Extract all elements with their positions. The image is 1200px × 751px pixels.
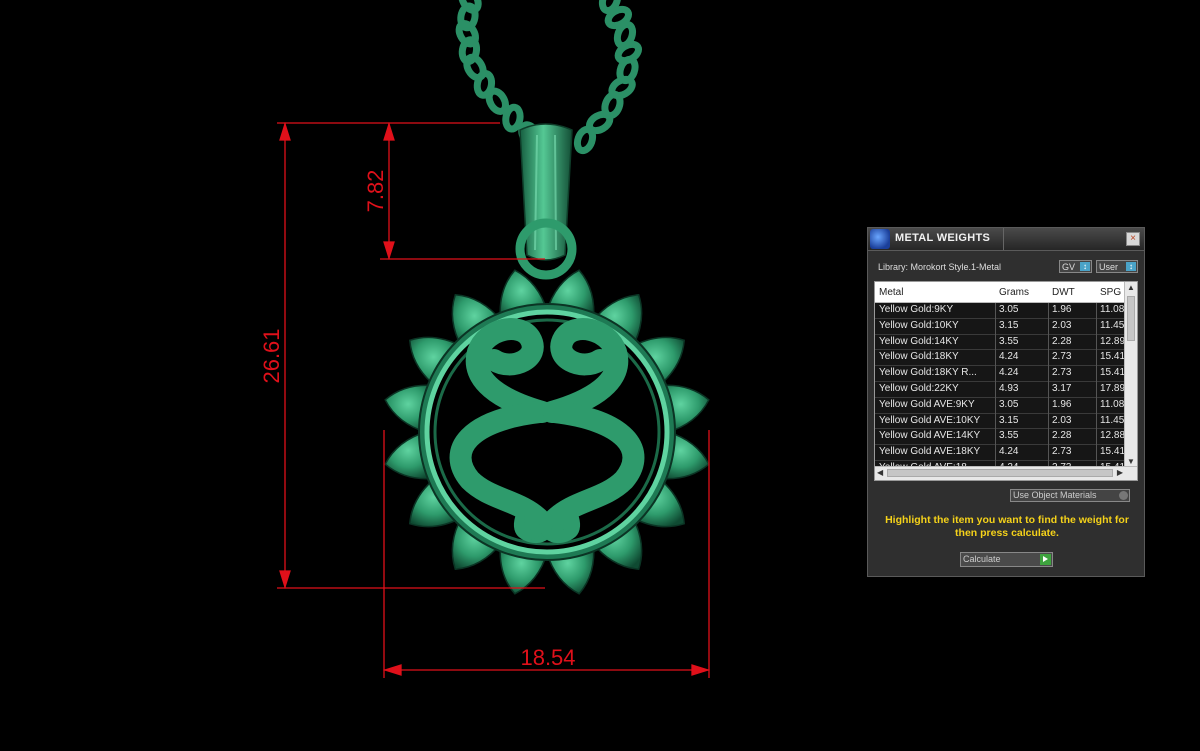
cell-spg: 15.41 (1100, 367, 1126, 379)
cell-grams: 4.24 (999, 351, 1019, 363)
cell-grams: 3.05 (999, 398, 1019, 410)
cell-grams: 3.15 (999, 319, 1019, 331)
dim-bail-height: 7.82 (363, 170, 388, 213)
close-icon[interactable]: × (1126, 232, 1140, 246)
table-row[interactable]: Yellow Gold:18KY 4.24 2.73 15.41 (875, 350, 1126, 367)
instruction-text: Highlight the item you want to find the … (885, 514, 1129, 539)
calculate-label: Calculate (963, 554, 1001, 564)
cell-dwt: 2.28 (1052, 430, 1072, 442)
app-logo-icon (870, 229, 890, 249)
metal-weights-panel: METAL WEIGHTS × Library: Morokort Style.… (867, 227, 1145, 577)
table-row[interactable]: Yellow Gold AVE:14KY 3.55 2.28 12.88 (875, 429, 1126, 446)
cell-spg: 11.08 (1100, 398, 1125, 410)
panel-title: METAL WEIGHTS (895, 232, 991, 244)
horizontal-scrollbar[interactable]: ◀ ▶ (875, 466, 1137, 480)
cell-metal: Yellow Gold:18KY (879, 351, 959, 363)
cell-metal: Yellow Gold AVE:14KY (879, 430, 981, 442)
cell-spg: 15.41 (1100, 351, 1126, 363)
table-row[interactable]: Yellow Gold:10KY 3.15 2.03 11.45 (875, 318, 1125, 335)
col-dwt[interactable]: DWT (1052, 287, 1075, 298)
metal-table[interactable]: Metal Grams DWT SPG Yellow Gold:9KY 3.05 1… (874, 281, 1138, 481)
cell-dwt: 2.73 (1052, 367, 1072, 379)
scroll-up-icon[interactable]: ▲ (1127, 283, 1135, 292)
dropdown-arrow-icon: ↕ (1080, 262, 1090, 271)
table-row[interactable]: Yellow Gold AVE:9KY 3.05 1.96 11.08 (875, 397, 1125, 414)
cell-dwt: 2.73 (1052, 446, 1072, 458)
cell-grams: 4.24 (999, 367, 1019, 379)
pendant-bail (515, 123, 577, 280)
table-row[interactable]: Yellow Gold AVE:10KY 3.15 2.03 11.45 (875, 413, 1125, 430)
scroll-left-icon[interactable]: ◀ (877, 468, 883, 477)
cell-metal: Yellow Gold AVE:9KY (879, 398, 975, 410)
calculate-button[interactable]: Calculate (960, 552, 1053, 567)
user-select-value: User (1099, 262, 1119, 272)
table-header: Metal Grams DWT SPG (875, 282, 1125, 303)
cell-metal: Yellow Gold:22KY (879, 382, 959, 394)
cell-grams: 3.55 (999, 335, 1019, 347)
horizontal-scroll-thumb[interactable] (887, 469, 1113, 477)
cell-spg: 12.88 (1100, 430, 1126, 442)
vertical-scroll-thumb[interactable] (1127, 296, 1135, 341)
cell-metal: Yellow Gold:18KY R... (879, 367, 977, 379)
library-label: Library: Morokort Style.1-Metal (878, 262, 1002, 272)
cell-spg: 15.41 (1100, 446, 1126, 458)
cell-spg: 12.89 (1100, 335, 1126, 347)
cell-dwt: 1.96 (1052, 304, 1072, 315)
cell-spg: 17.89 (1100, 382, 1126, 394)
use-object-materials-label: Use Object Materials (1013, 490, 1097, 500)
dropdown-arrow-icon: ↕ (1126, 262, 1136, 271)
table-row[interactable]: Yellow Gold:22KY 4.93 3.17 17.89 (875, 381, 1126, 398)
table-row[interactable]: Yellow Gold:9KY 3.05 1.96 11.08 (875, 303, 1125, 319)
dim-total-height: 26.61 (259, 328, 284, 383)
table-row[interactable]: Yellow Gold:18KY R... 4.24 2.73 15.41 (875, 366, 1125, 382)
cell-dwt: 3.17 (1052, 382, 1072, 394)
vertical-scrollbar[interactable]: ▲ ▼ (1124, 282, 1137, 467)
cell-spg: 11.45 (1100, 319, 1125, 331)
col-divider (1048, 303, 1049, 480)
cell-grams: 3.05 (999, 304, 1019, 315)
col-divider (1096, 303, 1097, 480)
scroll-down-icon[interactable]: ▼ (1127, 457, 1135, 466)
cell-metal: Yellow Gold:10KY (879, 319, 959, 331)
cell-spg: 11.45 (1100, 414, 1125, 426)
use-object-materials-toggle[interactable]: Use Object Materials (1010, 489, 1130, 502)
user-select[interactable]: User ↕ (1096, 260, 1138, 273)
gv-select[interactable]: GV ↕ (1059, 260, 1092, 273)
play-icon (1040, 554, 1051, 565)
cell-grams: 3.15 (999, 414, 1019, 426)
cell-metal: Yellow Gold:9KY (879, 304, 954, 315)
chain-link (573, 125, 597, 155)
cell-metal: Yellow Gold:14KY (879, 335, 959, 347)
table-row[interactable]: Yellow Gold:14KY 3.55 2.28 12.89 (875, 334, 1126, 351)
cell-dwt: 2.73 (1052, 351, 1072, 363)
col-grams[interactable]: Grams (999, 287, 1029, 298)
title-divider (1003, 228, 1004, 250)
col-divider (995, 303, 996, 480)
cell-spg: 11.08 (1100, 304, 1125, 315)
table-row[interactable]: Yellow Gold AVE:18KY 4.24 2.73 15.41 (875, 445, 1125, 461)
col-spg[interactable]: SPG (1100, 287, 1121, 298)
toggle-dot-icon (1119, 491, 1128, 500)
cell-grams: 4.93 (999, 382, 1019, 394)
cell-dwt: 2.03 (1052, 414, 1072, 426)
cell-dwt: 2.03 (1052, 319, 1072, 331)
dim-width: 18.54 (520, 645, 575, 670)
table-body: Yellow Gold:9KY 3.05 1.96 11.08 Yellow Gold:… (875, 303, 1125, 477)
cell-grams: 3.55 (999, 430, 1019, 442)
cell-grams: 4.24 (999, 446, 1019, 458)
col-metal[interactable]: Metal (879, 287, 903, 298)
cell-metal: Yellow Gold AVE:18KY (879, 446, 981, 458)
chain-link (502, 103, 524, 133)
cell-metal: Yellow Gold AVE:10KY (879, 414, 981, 426)
cell-dwt: 2.28 (1052, 335, 1072, 347)
panel-title-bar[interactable]: METAL WEIGHTS × (868, 228, 1144, 251)
scroll-right-icon[interactable]: ▶ (1117, 468, 1123, 477)
cell-dwt: 1.96 (1052, 398, 1072, 410)
gv-select-value: GV (1062, 262, 1076, 272)
